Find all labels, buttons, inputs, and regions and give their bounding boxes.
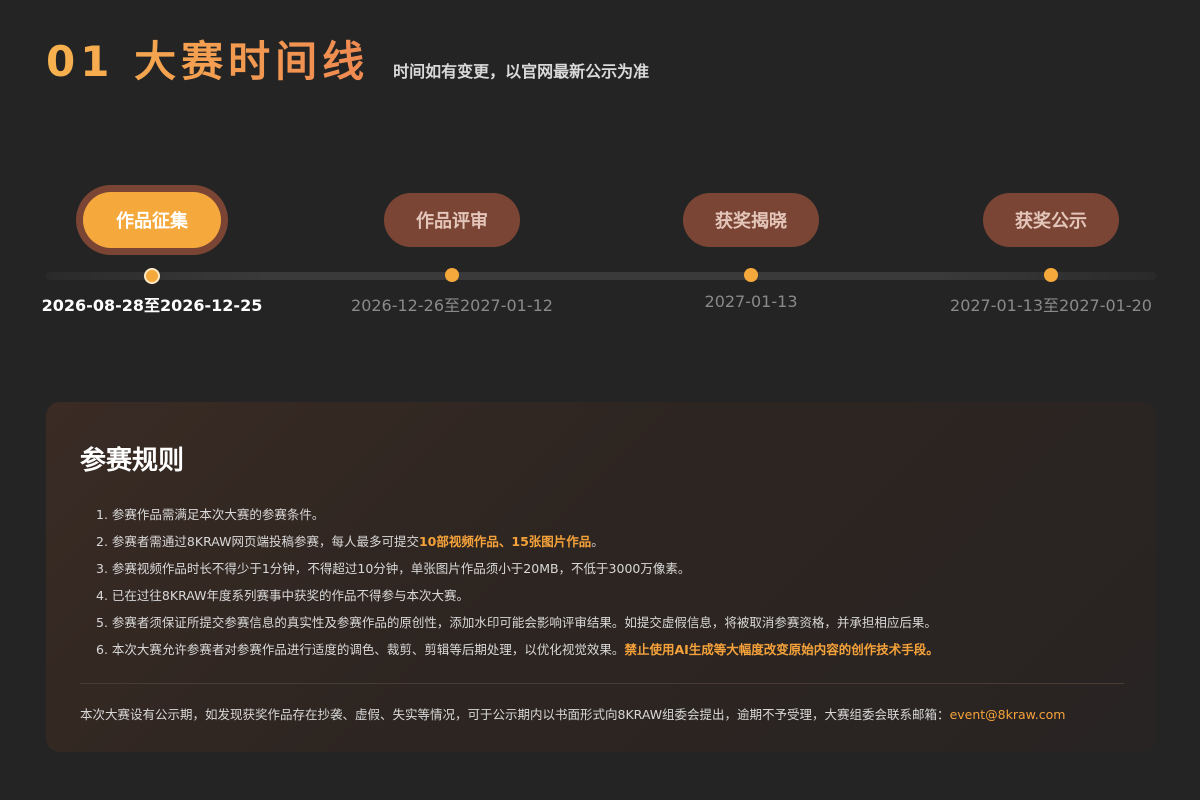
- stage-dot-publicity: [1044, 268, 1058, 282]
- rules-footer: 本次大赛设有公示期，如发现获奖作品存在抄袭、虚假、失实等情况，可于公示期内以书面…: [80, 704, 1122, 723]
- rule-number: 1.: [96, 507, 108, 522]
- rule-number: 6.: [96, 642, 108, 657]
- stage-date-review: 2026-12-26至2027-01-12: [351, 296, 553, 315]
- stage-button-announce[interactable]: 获奖揭晓: [683, 193, 819, 247]
- timeline-stage-collection: 作品征集 2026-08-28至2026-12-25: [2, 180, 302, 330]
- stage-date-collection: 2026-08-28至2026-12-25: [41, 296, 263, 315]
- timeline-stage-review: 作品评审 2026-12-26至2027-01-12: [302, 180, 602, 330]
- rules-divider: [80, 683, 1124, 684]
- stage-dot-announce: [744, 268, 758, 282]
- section-subtitle: 时间如有变更，以官网最新公示为准: [393, 62, 650, 81]
- rule-highlight: 10部视频作品、15张图片作品: [418, 534, 592, 549]
- rule-highlight: 禁止使用AI生成等大幅度改变原始内容的创作技术手段。: [624, 642, 939, 657]
- rule-item: 5. 参赛者须保证所提交参赛信息的真实性及参赛作品的原创性，添加水印可能会影响评…: [80, 609, 1122, 636]
- rule-text: 已在过往8KRAW年度系列赛事中获奖的作品不得参与本次大赛。: [111, 588, 469, 603]
- rule-item: 2. 参赛者需通过8KRAW网页端投稿参赛，每人最多可提交10部视频作品、15张…: [80, 528, 1122, 555]
- rule-number: 5.: [96, 615, 108, 630]
- rule-item: 1. 参赛作品需满足本次大赛的参赛条件。: [80, 501, 1122, 528]
- rule-text: 参赛者须保证所提交参赛信息的真实性及参赛作品的原创性，添加水印可能会影响评审结果…: [111, 615, 937, 630]
- rule-item: 3. 参赛视频作品时长不得少于1分钟，不得超过10分钟，单张图片作品须小于20M…: [80, 555, 1122, 582]
- section-title: 01 大赛时间线: [46, 37, 370, 86]
- stage-date-publicity: 2027-01-13至2027-01-20: [950, 296, 1152, 315]
- stage-dot-collection: [144, 268, 160, 284]
- rule-text: 参赛作品需满足本次大赛的参赛条件。: [111, 507, 325, 522]
- rules-footer-text: 本次大赛设有公示期，如发现获奖作品存在抄袭、虚假、失实等情况，可于公示期内以书面…: [80, 707, 950, 722]
- rule-number: 3.: [96, 561, 108, 576]
- rules-card: 参赛规则 1. 参赛作品需满足本次大赛的参赛条件。 2. 参赛者需通过8KRAW…: [46, 402, 1156, 752]
- rule-suffix: 。: [591, 534, 604, 549]
- timeline-stage-publicity: 获奖公示 2027-01-13至2027-01-20: [901, 180, 1200, 330]
- timeline: 作品征集 2026-08-28至2026-12-25 作品评审 2026-12-…: [0, 180, 1200, 330]
- page: 01 大赛时间线 时间如有变更，以官网最新公示为准 作品征集 2026-08-2…: [0, 0, 1200, 800]
- contact-email-link[interactable]: event@8kraw.com: [950, 707, 1066, 722]
- stage-button-publicity[interactable]: 获奖公示: [983, 193, 1119, 247]
- stage-date-announce: 2027-01-13: [704, 292, 798, 311]
- stage-button-collection[interactable]: 作品征集: [83, 192, 221, 248]
- rule-text: 参赛者需通过8KRAW网页端投稿参赛，每人最多可提交: [111, 534, 419, 549]
- rule-text: 参赛视频作品时长不得少于1分钟，不得超过10分钟，单张图片作品须小于20MB，不…: [111, 561, 691, 576]
- rules-title: 参赛规则: [80, 446, 185, 476]
- timeline-stage-announce: 获奖揭晓 2027-01-13: [601, 180, 901, 330]
- section-header: 01 大赛时间线 时间如有变更，以官网最新公示为准: [46, 36, 649, 88]
- rule-item: 4. 已在过往8KRAW年度系列赛事中获奖的作品不得参与本次大赛。: [80, 582, 1122, 609]
- rule-number: 4.: [96, 588, 108, 603]
- rule-number: 2.: [96, 534, 108, 549]
- rules-list: 1. 参赛作品需满足本次大赛的参赛条件。 2. 参赛者需通过8KRAW网页端投稿…: [80, 501, 1122, 663]
- stage-dot-review: [445, 268, 459, 282]
- rule-item: 6. 本次大赛允许参赛者对参赛作品进行适度的调色、裁剪、剪辑等后期处理，以优化视…: [80, 636, 1122, 663]
- stage-button-review[interactable]: 作品评审: [384, 193, 520, 247]
- rule-text: 本次大赛允许参赛者对参赛作品进行适度的调色、裁剪、剪辑等后期处理，以优化视觉效果…: [111, 642, 625, 657]
